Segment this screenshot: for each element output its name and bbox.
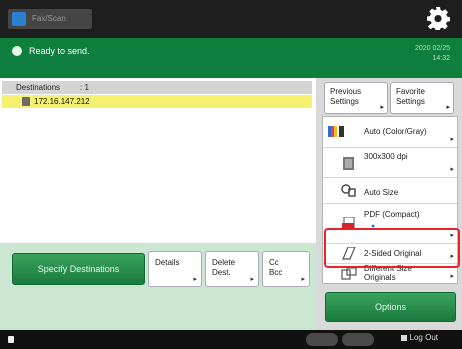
gear-icon[interactable] bbox=[426, 6, 450, 30]
setting-label: PDF (Compact) bbox=[364, 210, 420, 219]
previous-settings-button[interactable]: Previous Settings ▸ bbox=[324, 82, 388, 114]
server-icon bbox=[22, 97, 30, 106]
setting-color-mode[interactable]: Auto (Color/Gray) ▸ bbox=[323, 117, 457, 148]
network-icon[interactable] bbox=[342, 333, 374, 346]
mode-label: Fax/Scan bbox=[32, 14, 66, 23]
status-monitor-icon[interactable] bbox=[8, 336, 14, 343]
scan-size-icon bbox=[341, 184, 356, 197]
settings-list: Auto (Color/Gray) ▸ 300x300 dpi ▸ Auto S… bbox=[322, 116, 460, 284]
color-mode-icon bbox=[328, 126, 344, 137]
delete-dest-label: Delete Dest. bbox=[212, 258, 236, 277]
setting-label: Auto (Color/Gray) bbox=[364, 127, 427, 136]
destination-panel: Destinations : 1 172.16.147.212 Specify … bbox=[0, 78, 316, 330]
arrow-icon: ▸ bbox=[250, 276, 254, 283]
favorite-settings-label: Favorite Settings bbox=[396, 87, 425, 106]
mode-badge[interactable]: Fax/Scan bbox=[8, 9, 92, 29]
scan-send-screen: Fax/Scan Ready to send. 2020 02/25 14:32… bbox=[0, 0, 462, 349]
counter-icon[interactable] bbox=[306, 333, 338, 346]
settings-panel: Previous Settings ▸ Favorite Settings ▸ … bbox=[316, 78, 462, 330]
date-text: 2020 02/25 bbox=[414, 45, 450, 52]
destinations-count: : 1 bbox=[80, 83, 89, 92]
arrow-icon: ▸ bbox=[450, 136, 454, 143]
details-button[interactable]: Details ▸ bbox=[148, 251, 202, 287]
destination-row[interactable]: 172.16.147.212 bbox=[2, 95, 312, 108]
options-label: Options bbox=[374, 302, 407, 312]
status-message: Ready to send. bbox=[29, 46, 90, 56]
logout-button[interactable]: Log Out bbox=[400, 333, 438, 342]
destination-address: 172.16.147.212 bbox=[34, 97, 90, 106]
options-button[interactable]: Options bbox=[325, 292, 456, 322]
resolution-icon bbox=[343, 157, 354, 170]
file-format-highlight bbox=[324, 228, 460, 268]
status-ready-icon bbox=[12, 46, 22, 56]
arrow-icon: ▸ bbox=[450, 166, 454, 173]
setting-scan-size[interactable]: Auto Size bbox=[323, 177, 457, 204]
favorite-settings-button[interactable]: Favorite Settings ▸ bbox=[390, 82, 454, 114]
previous-settings-label: Previous Settings bbox=[330, 87, 362, 106]
arrow-icon: ▸ bbox=[450, 273, 454, 280]
cc-bcc-label: Cc Bcc bbox=[269, 258, 283, 277]
specify-destinations-label: Specify Destinations bbox=[37, 264, 120, 274]
scan-mode-icon bbox=[12, 12, 26, 26]
specify-destinations-button[interactable]: Specify Destinations bbox=[12, 253, 145, 285]
setting-resolution[interactable]: 300x300 dpi ▸ bbox=[323, 147, 457, 178]
arrow-icon: ▸ bbox=[446, 104, 450, 111]
arrow-icon: ▸ bbox=[380, 104, 384, 111]
setting-label: 300x300 dpi bbox=[364, 152, 408, 161]
setting-label: Auto Size bbox=[364, 188, 399, 197]
cc-bcc-button[interactable]: Cc Bcc ▸ bbox=[262, 251, 310, 287]
destination-list-header: Destinations : 1 bbox=[2, 81, 312, 94]
logout-label: Log Out bbox=[409, 333, 438, 342]
status-bar: Ready to send. 2020 02/25 14:32 bbox=[0, 38, 462, 78]
top-bar: Fax/Scan bbox=[0, 0, 462, 38]
time-text: 14:32 bbox=[432, 55, 450, 62]
delete-dest-button[interactable]: Delete Dest. ▸ bbox=[205, 251, 259, 287]
different-size-icon bbox=[341, 267, 357, 280]
arrow-icon: ▸ bbox=[301, 276, 305, 283]
arrow-icon: ▸ bbox=[193, 276, 197, 283]
bottom-bar: Log Out bbox=[0, 330, 462, 349]
datetime: 2020 02/25 14:32 bbox=[415, 44, 450, 64]
details-label: Details bbox=[155, 258, 180, 267]
destinations-label: Destinations bbox=[16, 83, 61, 92]
logout-icon bbox=[400, 334, 407, 341]
